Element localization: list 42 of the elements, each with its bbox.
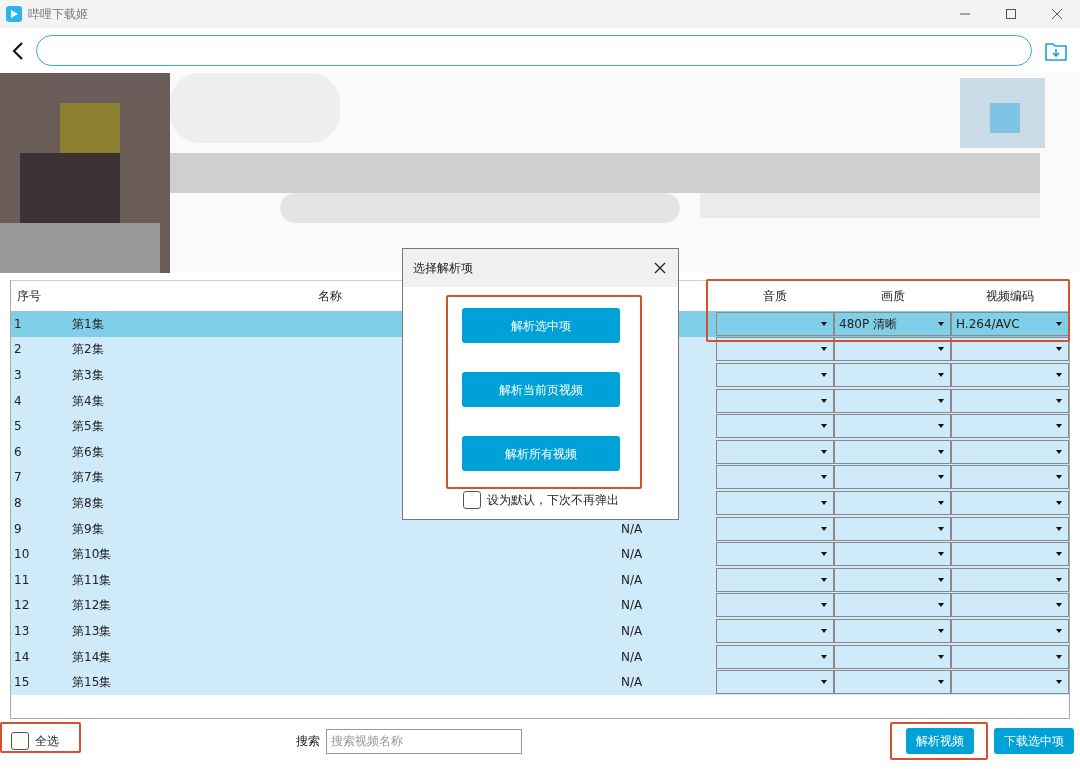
table-cell: 第1集	[72, 316, 104, 331]
table-cell: N/A	[621, 598, 643, 613]
table-cell: 第11集	[72, 572, 112, 587]
table-cell: 第15集	[72, 675, 112, 690]
table-cell: N/A	[621, 675, 643, 690]
table-cell: 15	[14, 675, 30, 690]
dialog-title: 选择解析项	[413, 260, 473, 277]
table-cell: 1	[14, 316, 22, 331]
table-cell: 第14集	[72, 649, 112, 664]
table-cell: 第6集	[72, 444, 104, 459]
table-cell: 5	[14, 419, 22, 434]
table-cell: 4	[14, 393, 22, 408]
search-label: 搜索	[296, 733, 320, 750]
table-cell: 第4集	[72, 393, 104, 408]
table-cell: 第13集	[72, 623, 112, 638]
table-cell: N/A	[621, 649, 643, 664]
table-cell: 第7集	[72, 470, 104, 485]
table-cell: 10	[14, 547, 30, 562]
table-cell: 第10集	[72, 547, 112, 562]
table-cell: 第8集	[72, 495, 104, 510]
table-cell: 7	[14, 470, 22, 485]
table-cell: N/A	[621, 623, 643, 638]
table-cell: 2	[14, 342, 22, 357]
table-cell: 6	[14, 444, 22, 459]
checkbox-label: 设为默认，下次不再弹出	[486, 492, 619, 509]
table-cell: 第2集	[72, 342, 104, 357]
table-cell: 第5集	[72, 419, 104, 434]
checkbox-label: 全选	[35, 733, 59, 750]
table-cell: 11	[14, 572, 30, 587]
table-cell: 12	[14, 598, 30, 613]
table-cell: 13	[14, 623, 30, 638]
table-cell: 8	[14, 495, 22, 510]
table-cell: 9	[14, 521, 22, 536]
table-cell: 第12集	[72, 598, 112, 613]
table-cell: N/A	[621, 521, 643, 536]
table-cell: N/A	[621, 572, 643, 587]
table-cell: N/A	[621, 547, 643, 562]
table-cell: 第9集	[72, 521, 104, 536]
table-cell: 第3集	[72, 368, 104, 382]
table-cell: 3	[14, 368, 22, 382]
table-cell: 14	[14, 649, 30, 664]
window-title: 哔哩下载姬	[28, 6, 89, 23]
